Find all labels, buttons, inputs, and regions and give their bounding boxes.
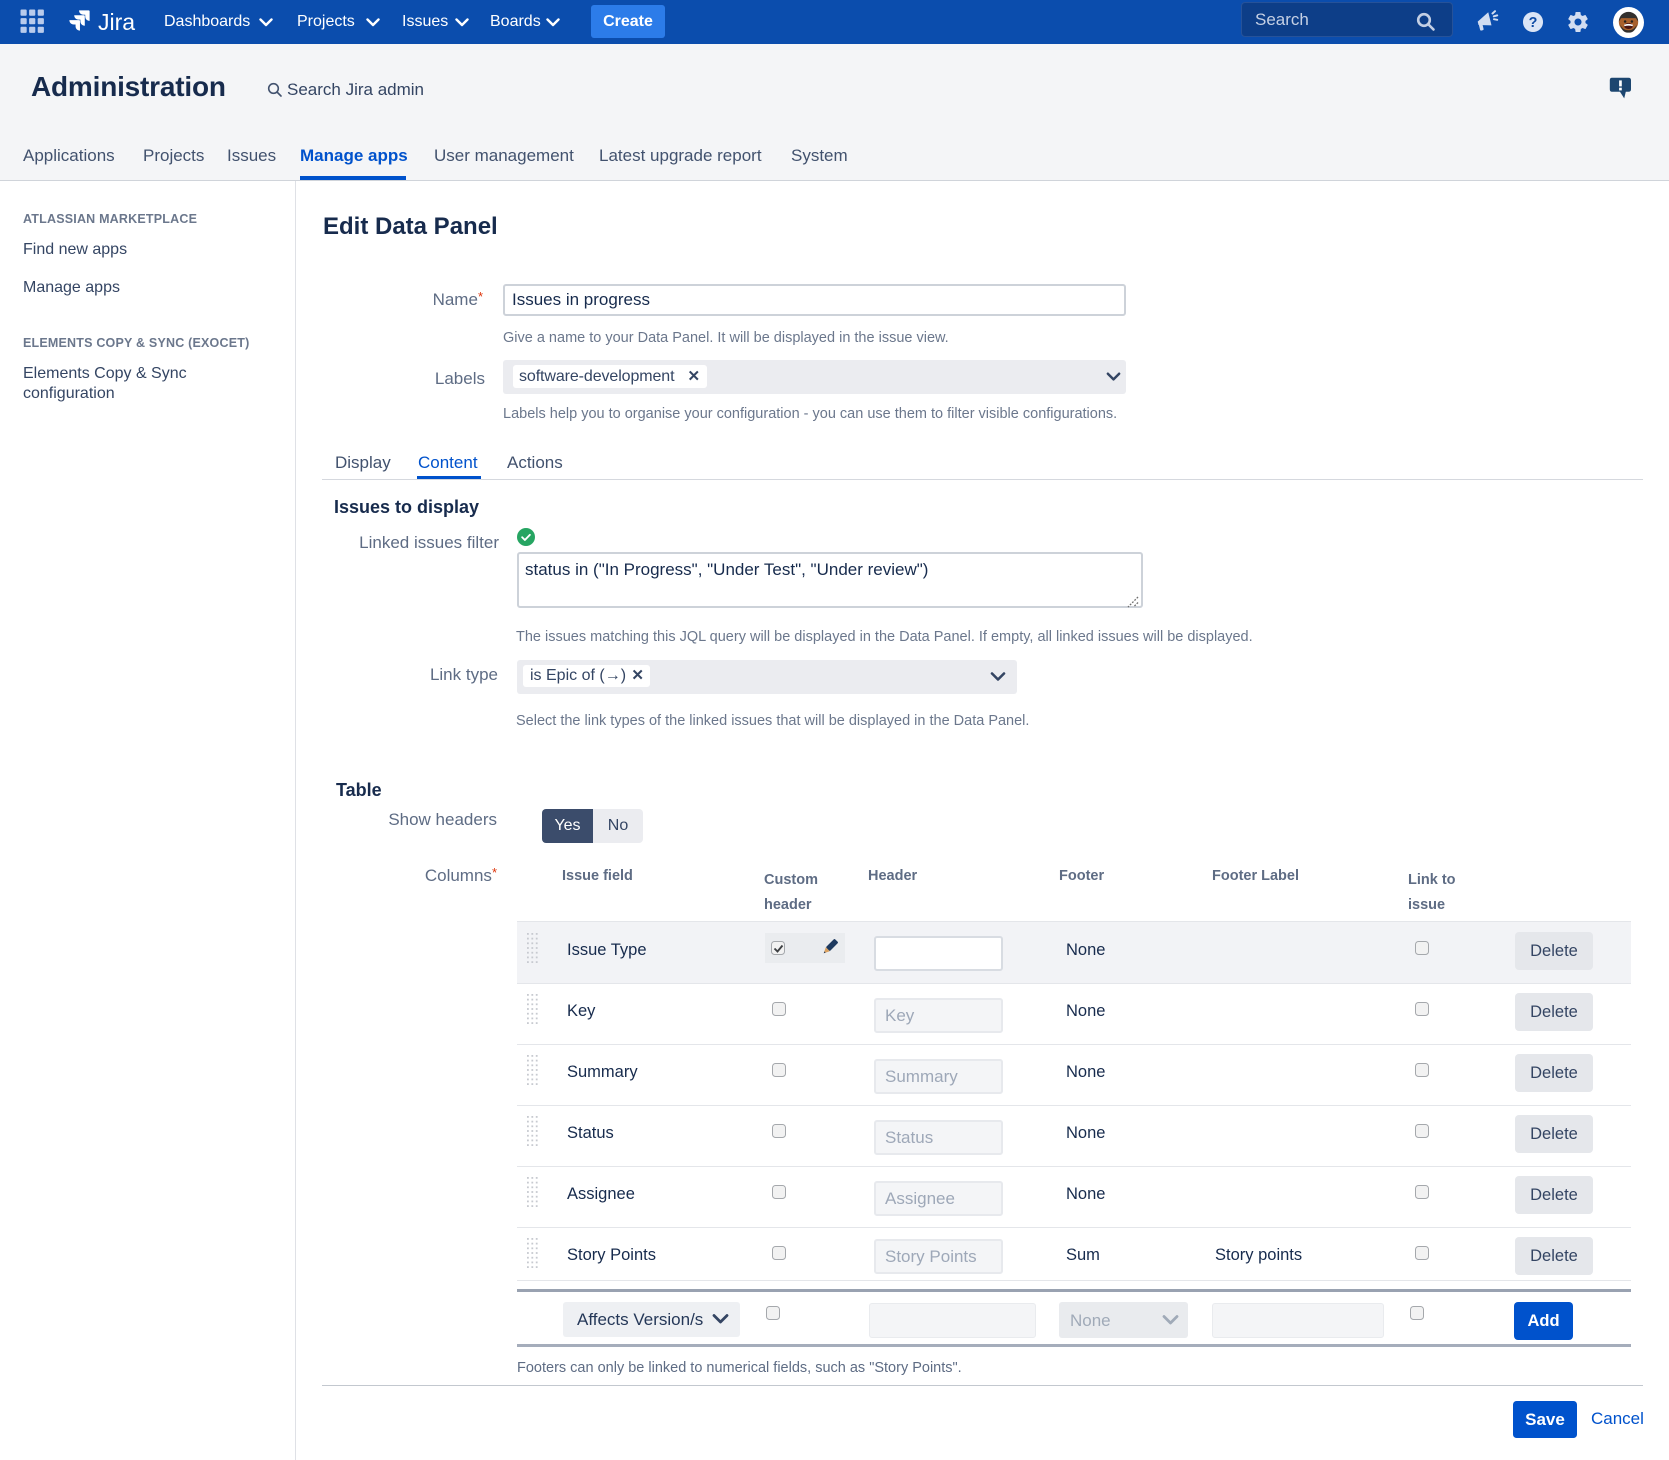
svg-text:?: ?	[1529, 15, 1538, 31]
